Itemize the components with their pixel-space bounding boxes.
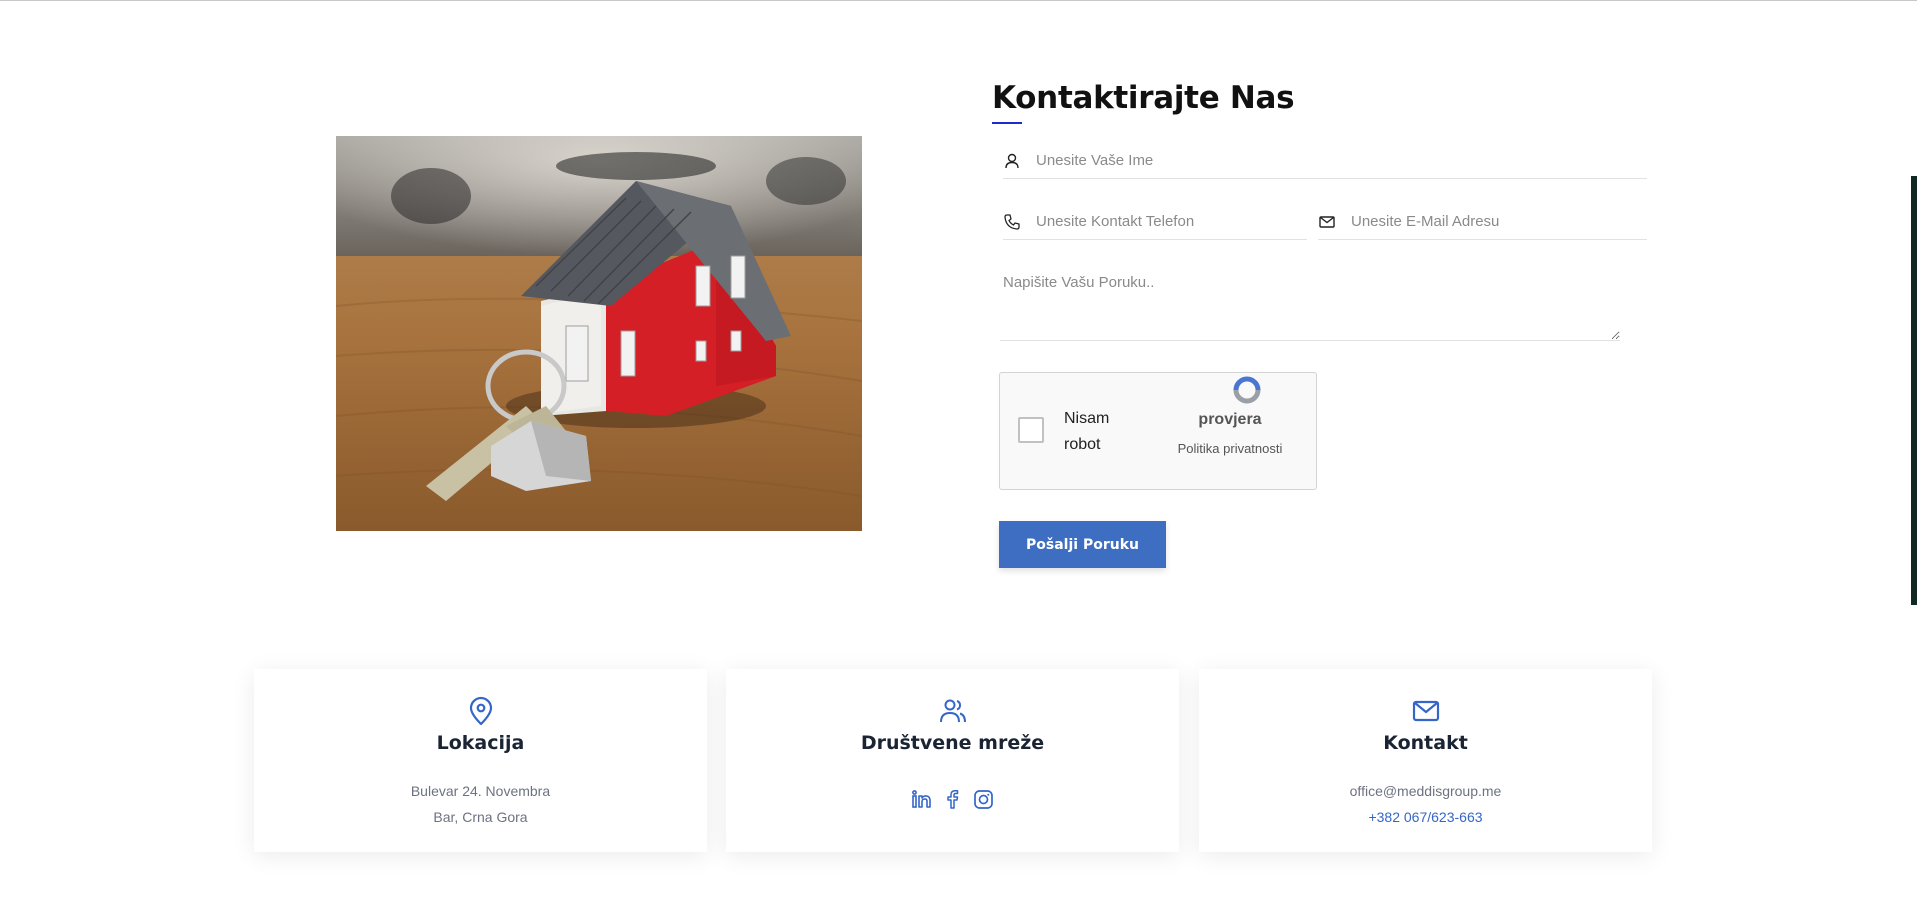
user-icon — [1003, 152, 1021, 170]
mail-icon — [1411, 696, 1441, 726]
users-icon — [938, 696, 968, 726]
captcha-brand: provjera — [1198, 411, 1262, 428]
social-links — [726, 789, 1179, 810]
facebook-icon[interactable] — [942, 789, 963, 810]
captcha-privacy-link[interactable]: Politika privatnosti — [1160, 435, 1300, 462]
map-pin-icon — [466, 696, 496, 726]
message-textarea[interactable] — [1000, 266, 1620, 340]
location-card: Lokacija Bulevar 24. Novembra Bar, Crna … — [254, 669, 707, 852]
address-line-2: Bar, Crna Gora — [433, 809, 528, 825]
address-line-1: Bulevar 24. Novembra — [410, 783, 551, 799]
phone-icon — [1003, 213, 1021, 231]
email-address[interactable]: office@meddisgroup.me — [1199, 783, 1652, 799]
captcha-logo-icon — [1232, 375, 1262, 405]
top-divider — [0, 0, 1917, 1]
location-title: Lokacija — [436, 732, 525, 754]
side-edge-bar — [1911, 176, 1917, 605]
phone-number-link[interactable]: +382 067/623-663 — [1199, 809, 1652, 825]
linkedin-icon[interactable] — [911, 789, 932, 810]
contact-card: Kontakt office@meddisgroup.me +382 067/6… — [1199, 669, 1652, 852]
captcha-label: Nisam robot — [1064, 410, 1110, 453]
contact-form-title: Kontaktirajte Nas — [992, 80, 1295, 116]
house-keys-photo — [336, 136, 862, 531]
contact-title: Kontakt — [1383, 732, 1468, 754]
phone-field — [1003, 205, 1307, 240]
social-card: Društvene mreže — [726, 669, 1179, 852]
social-title: Društvene mreže — [860, 732, 1045, 754]
message-field — [1000, 266, 1620, 341]
title-underline — [992, 122, 1022, 124]
captcha-widget: Nisam robot provjera Politika privatnost… — [999, 372, 1317, 490]
phone-input[interactable] — [1036, 210, 1301, 232]
send-message-button[interactable]: Pošalji Poruku — [999, 521, 1166, 568]
name-input[interactable] — [1036, 149, 1636, 171]
envelope-icon — [1318, 213, 1336, 231]
instagram-icon[interactable] — [973, 789, 994, 810]
name-field — [1003, 144, 1647, 179]
captcha-checkbox[interactable] — [1018, 417, 1044, 443]
email-field — [1318, 205, 1647, 240]
email-input[interactable] — [1351, 210, 1641, 232]
